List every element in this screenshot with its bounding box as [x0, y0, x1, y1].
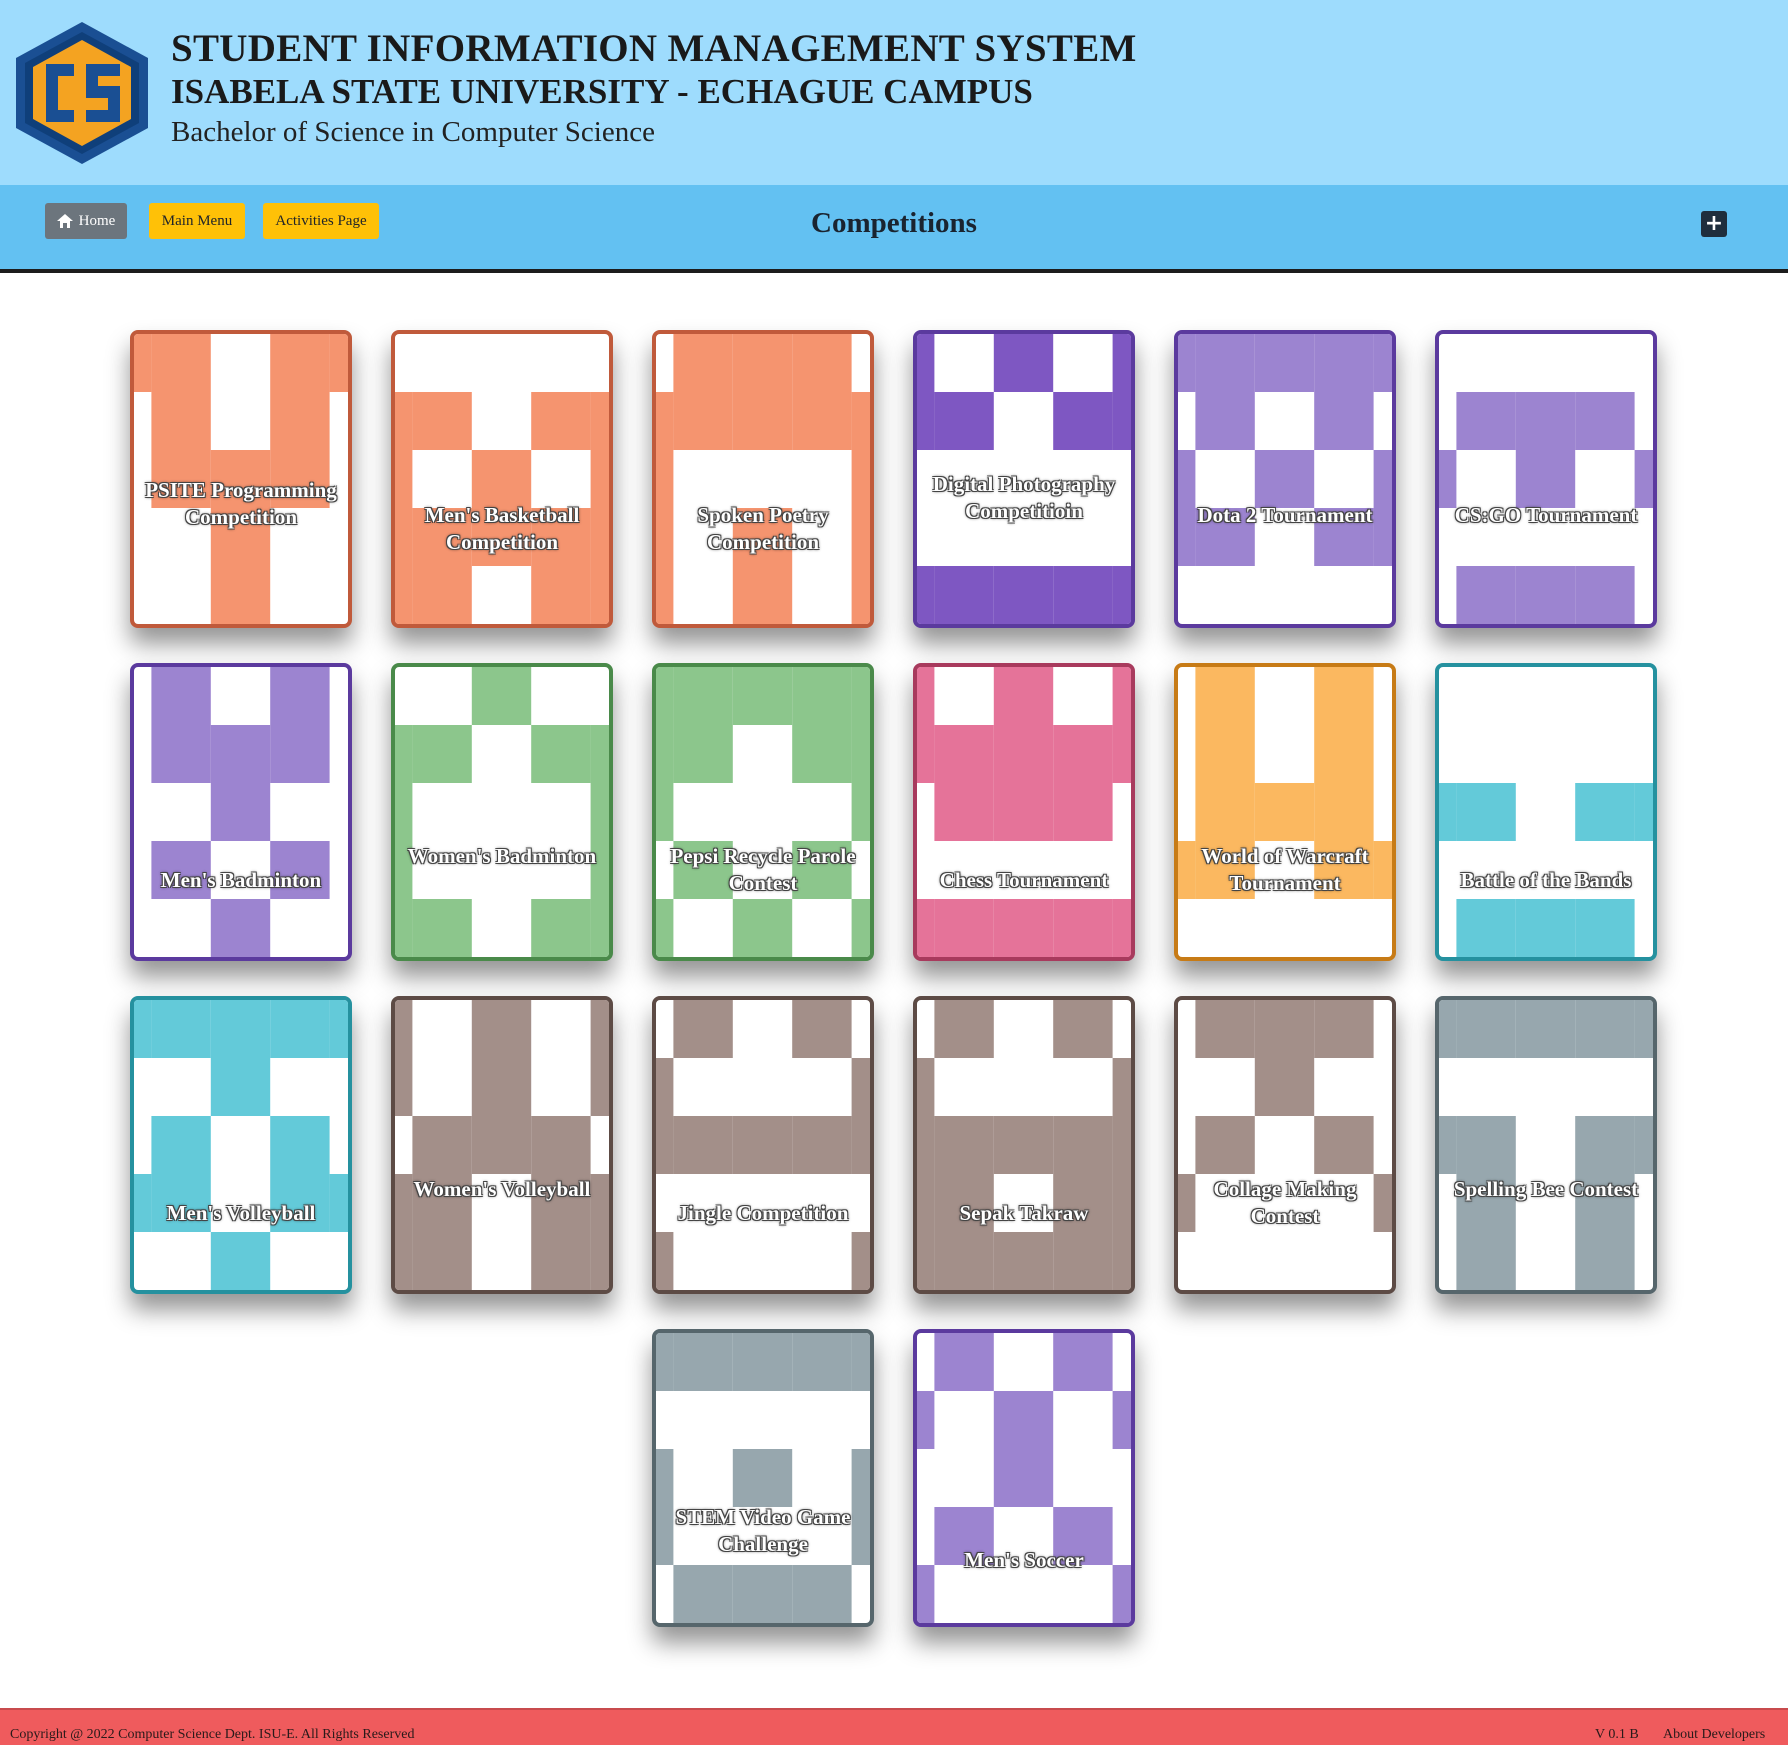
- card-pattern: [917, 667, 1131, 957]
- card-pattern: [1178, 1000, 1392, 1232]
- competition-card-men-s-soccer[interactable]: Men's Soccer: [913, 1329, 1135, 1627]
- competition-card-title: Collage Making Contest: [1213, 1177, 1357, 1228]
- competition-grid: PSITE Programming Competition Men's Baske…: [0, 0, 1788, 1743]
- competition-card-men-s-badminton[interactable]: Men's Badminton: [130, 663, 352, 961]
- competition-card-title: Jingle Competition: [677, 1201, 849, 1225]
- card-pattern: [395, 1000, 609, 1290]
- competition-card-title: Spelling Bee Contest: [1453, 1177, 1639, 1201]
- competition-card-pepsi-recycle-parole-contest[interactable]: Pepsi Recycle Parole Contest: [652, 663, 874, 961]
- competition-card-title: World of Warcraft Tournament: [1201, 844, 1369, 895]
- competition-card-digital-photography-competitioin[interactable]: Digital Photography Competitioin: [913, 330, 1135, 628]
- competition-card-men-s-volleyball[interactable]: Men's Volleyball: [130, 996, 352, 1294]
- competition-card-title: Men's Soccer: [964, 1548, 1084, 1572]
- competition-card-women-s-volleyball[interactable]: Women's Volleyball: [391, 996, 613, 1294]
- card-pattern: [395, 392, 609, 624]
- card-pattern: [656, 1333, 870, 1623]
- competition-card-spelling-bee-contest[interactable]: Spelling Bee Contest: [1435, 996, 1657, 1294]
- card-pattern: [656, 334, 870, 624]
- copyright-text: Copyright @ 2022 Computer Science Dept. …: [10, 1727, 415, 1742]
- competition-card-dota-2-tournament[interactable]: Dota 2 Tournament: [1174, 330, 1396, 628]
- card-pattern: [656, 667, 870, 957]
- competition-card-title: PSITE Programming Competition: [145, 478, 337, 529]
- card-pattern: [917, 1000, 1131, 1290]
- card-pattern: [917, 1333, 1131, 1623]
- competition-card-title: Chess Tournament: [939, 868, 1109, 892]
- competition-card-title: Spoken Poetry Competition: [697, 503, 829, 554]
- competition-card-title: Women's Volleyball: [413, 1177, 591, 1201]
- competition-card-title: Pepsi Recycle Parole Contest: [670, 844, 856, 895]
- competition-card-title: Digital Photography Competitioin: [932, 472, 1116, 523]
- competition-card-cs-go-tournament[interactable]: CS:GO Tournament: [1435, 330, 1657, 628]
- competition-card-title: STEM Video Game Challenge: [675, 1505, 851, 1556]
- competition-card-world-of-warcraft-tournament[interactable]: World of Warcraft Tournament: [1174, 663, 1396, 961]
- card-pattern: [656, 1000, 870, 1290]
- card-pattern: [395, 667, 609, 957]
- footer: Copyright @ 2022 Computer Science Dept. …: [0, 1708, 1788, 1745]
- card-pattern: [1439, 783, 1653, 957]
- competition-card-title: Women's Badminton: [407, 844, 597, 868]
- competition-card-women-s-badminton[interactable]: Women's Badminton: [391, 663, 613, 961]
- competition-card-jingle-competition[interactable]: Jingle Competition: [652, 996, 874, 1294]
- competition-card-sepak-takraw[interactable]: Sepak Takraw: [913, 996, 1135, 1294]
- card-pattern: [1178, 334, 1392, 566]
- competition-card-collage-making-contest[interactable]: Collage Making Contest: [1174, 996, 1396, 1294]
- competition-card-title: Battle of the Bands: [1460, 868, 1632, 892]
- competition-card-men-s-basketball-competition[interactable]: Men's Basketball Competition: [391, 330, 613, 628]
- card-pattern: [1439, 392, 1653, 624]
- competition-card-title: Men's Volleyball: [166, 1201, 316, 1225]
- card-pattern: [1178, 667, 1392, 899]
- competition-card-battle-of-the-bands[interactable]: Battle of the Bands: [1435, 663, 1657, 961]
- card-pattern: [1439, 1000, 1653, 1290]
- competition-card-title: Sepak Takraw: [959, 1201, 1089, 1225]
- competition-card-title: CS:GO Tournament: [1454, 503, 1638, 527]
- competition-card-title: Men's Basketball Competition: [424, 503, 580, 554]
- competition-card-chess-tournament[interactable]: Chess Tournament: [913, 663, 1135, 961]
- competition-card-stem-video-game-challenge[interactable]: STEM Video Game Challenge: [652, 1329, 874, 1627]
- version-text: V 0.1 B: [1595, 1727, 1639, 1742]
- card-pattern: [134, 1000, 348, 1290]
- competition-card-title: Dota 2 Tournament: [1197, 503, 1373, 527]
- competition-card-spoken-poetry-competition[interactable]: Spoken Poetry Competition: [652, 330, 874, 628]
- competition-card-psite-programming-competition[interactable]: PSITE Programming Competition: [130, 330, 352, 628]
- competition-card-title: Men's Badminton: [160, 868, 322, 892]
- about-developers-link[interactable]: About Developers: [1663, 1727, 1765, 1743]
- card-pattern: [151, 667, 330, 957]
